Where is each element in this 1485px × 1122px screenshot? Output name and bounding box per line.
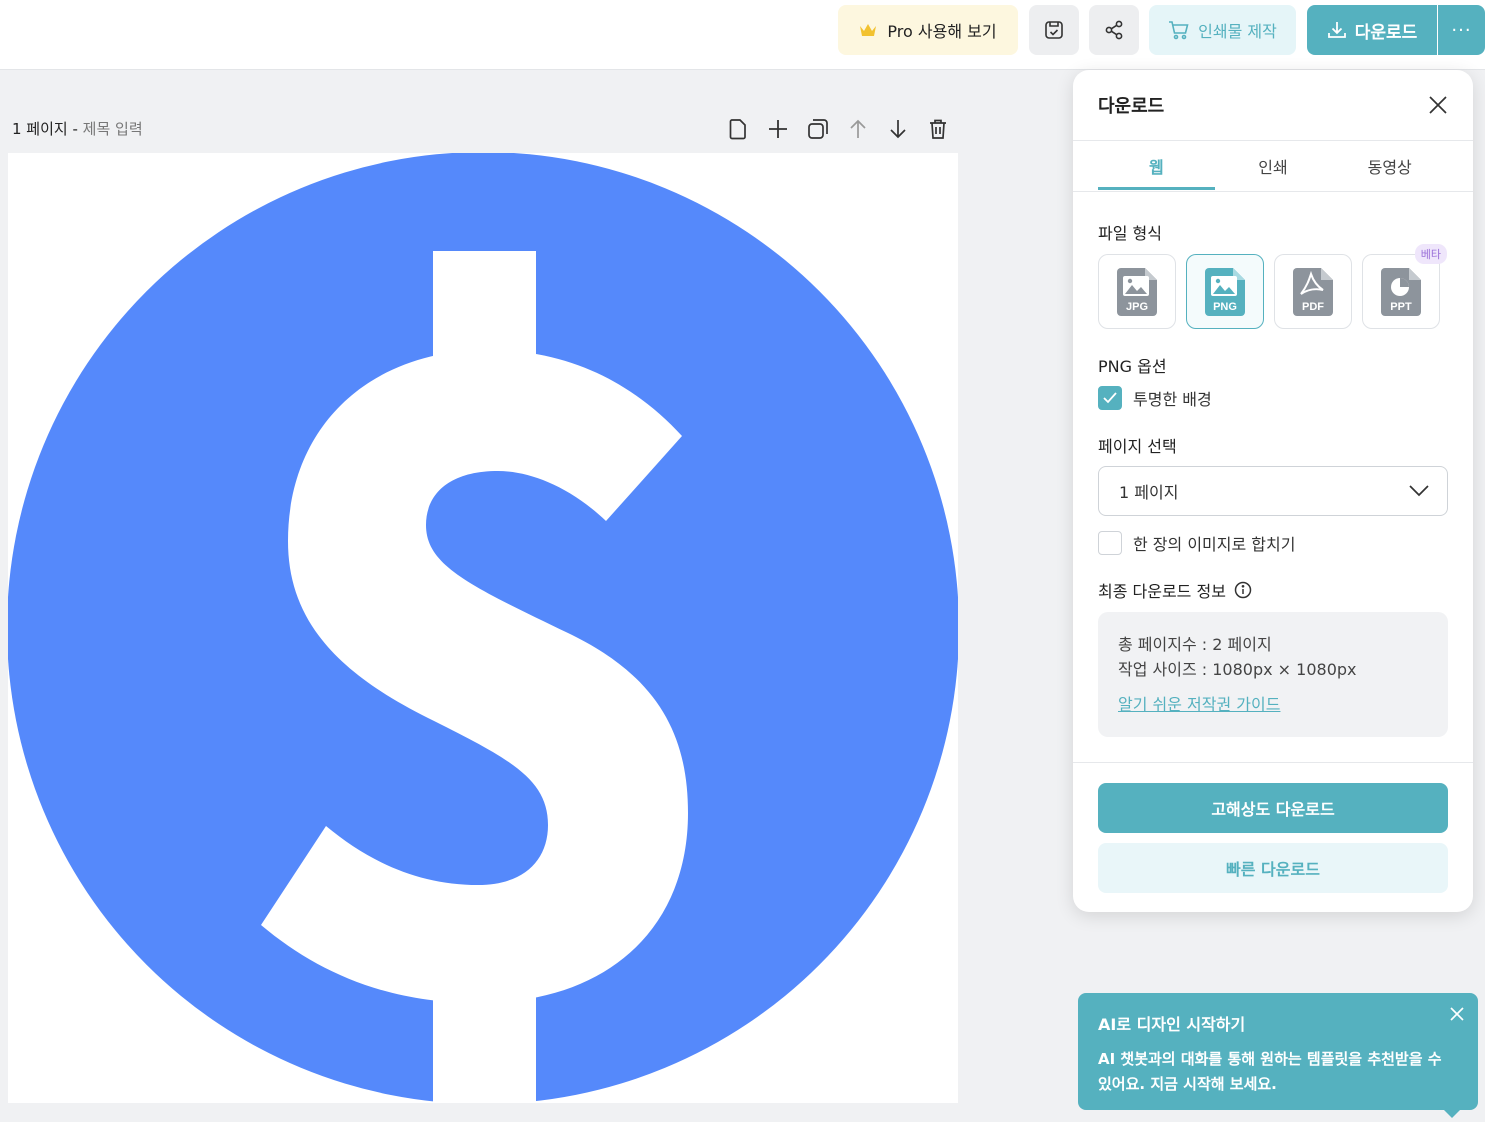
page-icon bbox=[729, 119, 746, 140]
page-toolbar bbox=[725, 116, 951, 142]
close-icon bbox=[1429, 96, 1447, 114]
more-icon: ··· bbox=[1451, 19, 1472, 41]
more-options-button[interactable]: ··· bbox=[1438, 5, 1485, 55]
png-file-icon: PNG bbox=[1205, 267, 1245, 316]
png-options-label: PNG 옵션 bbox=[1098, 357, 1167, 376]
page-select-dropdown[interactable]: 1 페이지 bbox=[1098, 466, 1448, 516]
divider bbox=[1073, 140, 1473, 141]
format-jpg-label: JPG bbox=[1126, 301, 1148, 313]
transparent-bg-checkbox[interactable] bbox=[1098, 386, 1122, 410]
page-title[interactable]: 1 페이지 - 제목 입력 bbox=[12, 118, 143, 139]
quick-download-button[interactable]: 빠른 다운로드 bbox=[1098, 843, 1448, 893]
format-ppt-option[interactable]: 베타 PPT bbox=[1362, 244, 1447, 329]
format-ppt-label: PPT bbox=[1390, 301, 1412, 313]
pro-trial-button[interactable]: Pro 사용해 보기 bbox=[838, 5, 1018, 55]
print-product-label: 인쇄물 제작 bbox=[1198, 22, 1277, 41]
delete-page-button[interactable] bbox=[925, 116, 951, 142]
arrow-up-icon bbox=[850, 119, 866, 138]
add-page-button[interactable] bbox=[765, 116, 791, 142]
beta-badge: 베타 bbox=[1414, 244, 1447, 264]
duplicate-page-button[interactable] bbox=[805, 116, 831, 142]
dollar-circle-graphic[interactable] bbox=[8, 153, 958, 1103]
hires-download-button[interactable]: 고해상도 다운로드 bbox=[1098, 783, 1448, 833]
page-title-input[interactable]: 제목 입력 bbox=[83, 120, 143, 138]
divider bbox=[1073, 191, 1473, 192]
trash-icon bbox=[930, 119, 946, 139]
ai-design-toast: AI로 디자인 시작하기 AI 챗봇과의 대화를 통해 원하는 템플릿을 추천받… bbox=[1078, 993, 1478, 1118]
final-info-heading: 최종 다운로드 정보 bbox=[1098, 578, 1252, 602]
divider bbox=[1073, 762, 1473, 763]
print-product-button[interactable]: 인쇄물 제작 bbox=[1149, 5, 1296, 55]
crown-icon bbox=[860, 24, 877, 36]
duplicate-icon bbox=[808, 119, 828, 139]
page-title-separator: - bbox=[67, 120, 83, 138]
check-icon bbox=[1103, 392, 1117, 404]
page-select-label: 페이지 선택 bbox=[1098, 437, 1177, 456]
total-pages-info: 총 페이지수 : 2 페이지 bbox=[1118, 635, 1272, 654]
share-icon bbox=[1105, 20, 1123, 40]
file-format-label: 파일 형식 bbox=[1098, 224, 1162, 243]
plus-icon bbox=[769, 120, 787, 138]
download-info-box: 총 페이지수 : 2 페이지 작업 사이즈 : 1080px × 1080px … bbox=[1098, 612, 1448, 737]
merge-images-option[interactable]: 한 장의 이미지로 합치기 bbox=[1098, 531, 1295, 555]
file-format-options: JPG PNG PDF 베타 PPT bbox=[1098, 244, 1447, 329]
merge-images-label: 한 장의 이미지로 합치기 bbox=[1133, 535, 1296, 554]
final-info-label: 최종 다운로드 정보 bbox=[1098, 582, 1226, 601]
cart-icon bbox=[1169, 21, 1189, 40]
format-png-option[interactable]: PNG bbox=[1186, 254, 1264, 329]
merge-images-checkbox[interactable] bbox=[1098, 531, 1122, 555]
toast-pointer bbox=[1443, 1109, 1461, 1118]
transparent-bg-option[interactable]: 투명한 배경 bbox=[1098, 386, 1212, 410]
format-pdf-label: PDF bbox=[1302, 301, 1324, 313]
new-page-button[interactable] bbox=[725, 116, 751, 142]
tab-video[interactable]: 동영상 bbox=[1331, 142, 1448, 190]
download-tabs: 웹 인쇄 동영상 bbox=[1098, 142, 1448, 190]
transparent-bg-label: 투명한 배경 bbox=[1133, 390, 1212, 409]
tab-print[interactable]: 인쇄 bbox=[1215, 142, 1332, 190]
ai-toast-body: AI 챗봇과의 대화를 통해 원하는 템플릿을 추천받을 수 있어요. 지금 시… bbox=[1098, 1050, 1442, 1093]
top-bar: Pro 사용해 보기 인쇄물 제작 다운로드 ··· bbox=[0, 0, 1485, 70]
download-panel: 다운로드 웹 인쇄 동영상 파일 형식 JPG PNG PDF 베타 PPT P… bbox=[1073, 70, 1473, 912]
download-label: 다운로드 bbox=[1354, 22, 1418, 43]
page-number: 1 페이지 bbox=[12, 120, 68, 138]
close-panel-button[interactable] bbox=[1425, 92, 1451, 118]
move-page-up-button[interactable] bbox=[845, 116, 871, 142]
format-pdf-option[interactable]: PDF bbox=[1274, 254, 1352, 329]
design-canvas[interactable] bbox=[8, 153, 958, 1103]
close-icon[interactable] bbox=[1448, 1005, 1466, 1023]
save-check-icon bbox=[1045, 21, 1063, 39]
jpg-file-icon: JPG bbox=[1117, 267, 1157, 316]
pro-trial-label: Pro 사용해 보기 bbox=[887, 22, 997, 41]
ai-toast-title: AI로 디자인 시작하기 bbox=[1098, 1015, 1246, 1034]
download-button[interactable]: 다운로드 bbox=[1307, 5, 1437, 55]
pdf-file-icon: PDF bbox=[1293, 267, 1333, 316]
copyright-guide-link[interactable]: 알기 쉬운 저작권 가이드 bbox=[1118, 692, 1280, 717]
work-size-info: 작업 사이즈 : 1080px × 1080px bbox=[1118, 660, 1357, 679]
download-panel-title: 다운로드 bbox=[1098, 96, 1165, 117]
ppt-file-icon: PPT bbox=[1381, 267, 1421, 316]
download-icon bbox=[1327, 22, 1346, 38]
format-png-label: PNG bbox=[1213, 301, 1237, 313]
tab-web[interactable]: 웹 bbox=[1098, 142, 1215, 190]
save-button[interactable] bbox=[1029, 5, 1079, 55]
share-button[interactable] bbox=[1089, 5, 1139, 55]
move-page-down-button[interactable] bbox=[885, 116, 911, 142]
arrow-down-icon bbox=[890, 120, 906, 139]
page-select-value: 1 페이지 bbox=[1119, 483, 1179, 502]
info-icon[interactable] bbox=[1234, 581, 1252, 599]
chevron-down-icon bbox=[1409, 485, 1429, 497]
format-jpg-option[interactable]: JPG bbox=[1098, 254, 1176, 329]
